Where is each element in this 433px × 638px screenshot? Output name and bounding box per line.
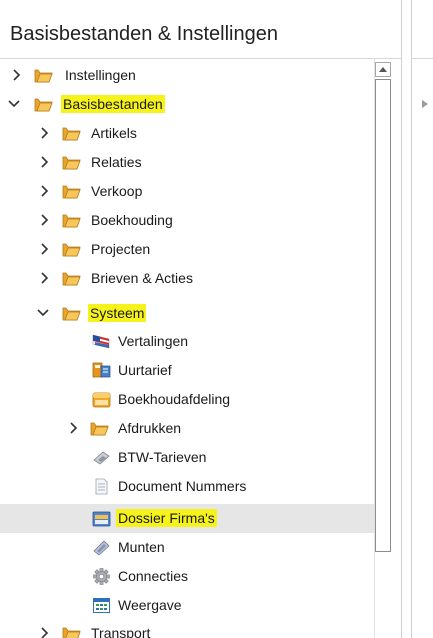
folder-icon: [62, 212, 81, 229]
folder-icon: [62, 625, 81, 638]
tree-item-vertalingen[interactable]: Vertalingen: [0, 327, 374, 356]
tree-item-label: Boekhouding: [91, 212, 173, 228]
tree-item-systeem[interactable]: Systeem: [0, 299, 374, 328]
chevron-right-icon[interactable]: [39, 127, 51, 139]
tree-item-label: Weergave: [118, 597, 182, 613]
tree-item-munten[interactable]: Munten: [0, 533, 374, 562]
tree-item-label: Boekhoudafdeling: [118, 391, 231, 407]
chevron-right-icon[interactable]: [11, 69, 23, 81]
tree-item-label: Relaties: [91, 154, 142, 170]
chevron-right-icon[interactable]: [39, 272, 51, 284]
tree-item-label: Projecten: [91, 241, 151, 257]
tree-item-label: Connecties: [118, 568, 189, 584]
panel-header: Basisbestanden & Instellingen: [0, 0, 401, 60]
tree-item-dossier-firmas[interactable]: Dossier Firma's: [0, 504, 374, 533]
chevron-right-icon[interactable]: [39, 156, 51, 168]
company-file-icon: [92, 510, 111, 527]
gear-icon: [92, 568, 111, 585]
content-header-separator: [411, 58, 433, 59]
tree-item-transport[interactable]: Transport: [0, 619, 374, 638]
content-border: [411, 0, 412, 638]
grid-icon: [92, 597, 111, 614]
rate-card-icon: [92, 362, 111, 379]
tree-item-connecties[interactable]: Connecties: [0, 562, 374, 591]
folder-open-icon: [34, 96, 53, 113]
tree-panel: Basisbestanden & Instellingen Instelling…: [0, 0, 401, 638]
tree-item-label: Vertalingen: [118, 333, 189, 349]
tree-item-artikels[interactable]: Artikels: [0, 119, 374, 148]
tree-item-label: Brieven & Acties: [91, 270, 193, 286]
tree-item-afdrukken[interactable]: Afdrukken: [0, 414, 374, 443]
chevron-right-icon[interactable]: [68, 422, 80, 434]
scrollbar-thumb[interactable]: [375, 79, 391, 552]
tree-item-brieven-acties[interactable]: Brieven & Acties: [0, 264, 374, 293]
tree-item-boekhoudafdeling[interactable]: Boekhoudafdeling: [0, 385, 374, 414]
tree-item-projecten[interactable]: Projecten: [0, 235, 374, 264]
tree-item-label: Verkoop: [91, 183, 143, 199]
arrow-up-icon: [379, 67, 387, 72]
panel-splitter[interactable]: [401, 0, 402, 638]
chevron-right-icon[interactable]: [39, 627, 51, 638]
tree-item-label: Transport: [91, 625, 151, 638]
tree-item-label: BTW-Tarieven: [118, 449, 207, 465]
navigation-tree[interactable]: Instellingen Basisbestanden Artikels Rel…: [0, 59, 374, 638]
tree-item-label: Artikels: [91, 125, 137, 141]
chevron-down-icon[interactable]: [37, 307, 49, 319]
tree-item-label: Systeem: [88, 304, 147, 322]
expand-arrow-icon[interactable]: [422, 100, 428, 108]
chevron-down-icon[interactable]: [8, 98, 20, 110]
tree-item-basisbestanden[interactable]: Basisbestanden: [0, 90, 374, 119]
folder-icon: [34, 67, 53, 84]
tree-item-uurtarief[interactable]: Uurtarief: [0, 356, 374, 385]
scroll-up-button[interactable]: [375, 62, 391, 77]
folder-icon: [62, 270, 81, 287]
ledger-icon: [92, 391, 111, 408]
tree-item-boekhouding[interactable]: Boekhouding: [0, 206, 374, 235]
calculator-icon: [92, 449, 111, 466]
tree-item-label: Document Nummers: [118, 478, 247, 494]
tree-item-label: Afdrukken: [118, 420, 182, 436]
tree-item-relaties[interactable]: Relaties: [0, 148, 374, 177]
tree-item-weergave[interactable]: Weergave: [0, 591, 374, 620]
tree-item-label: Uurtarief: [118, 362, 172, 378]
tree-item-verkoop[interactable]: Verkoop: [0, 177, 374, 206]
tree-item-btw-tarieven[interactable]: BTW-Tarieven: [0, 443, 374, 472]
tree-item-label: Instellingen: [65, 67, 136, 83]
document-icon: [92, 478, 111, 495]
tree-item-label: Munten: [118, 539, 165, 555]
panel-title: Basisbestanden & Instellingen: [10, 23, 278, 45]
flag-icon: [92, 333, 111, 350]
chevron-right-icon[interactable]: [39, 243, 51, 255]
chevron-right-icon[interactable]: [39, 185, 51, 197]
chevron-right-icon[interactable]: [39, 214, 51, 226]
tree-item-instellingen[interactable]: Instellingen: [0, 61, 374, 90]
folder-icon: [62, 125, 81, 142]
coin-icon: [92, 539, 111, 556]
folder-open-icon: [62, 305, 81, 322]
tree-item-label: Dossier Firma's: [116, 509, 217, 527]
tree-item-document-nummers[interactable]: Document Nummers: [0, 472, 374, 501]
folder-icon: [62, 183, 81, 200]
folder-icon: [90, 420, 109, 437]
folder-icon: [62, 154, 81, 171]
tree-item-label: Basisbestanden: [61, 95, 165, 113]
folder-icon: [62, 241, 81, 258]
